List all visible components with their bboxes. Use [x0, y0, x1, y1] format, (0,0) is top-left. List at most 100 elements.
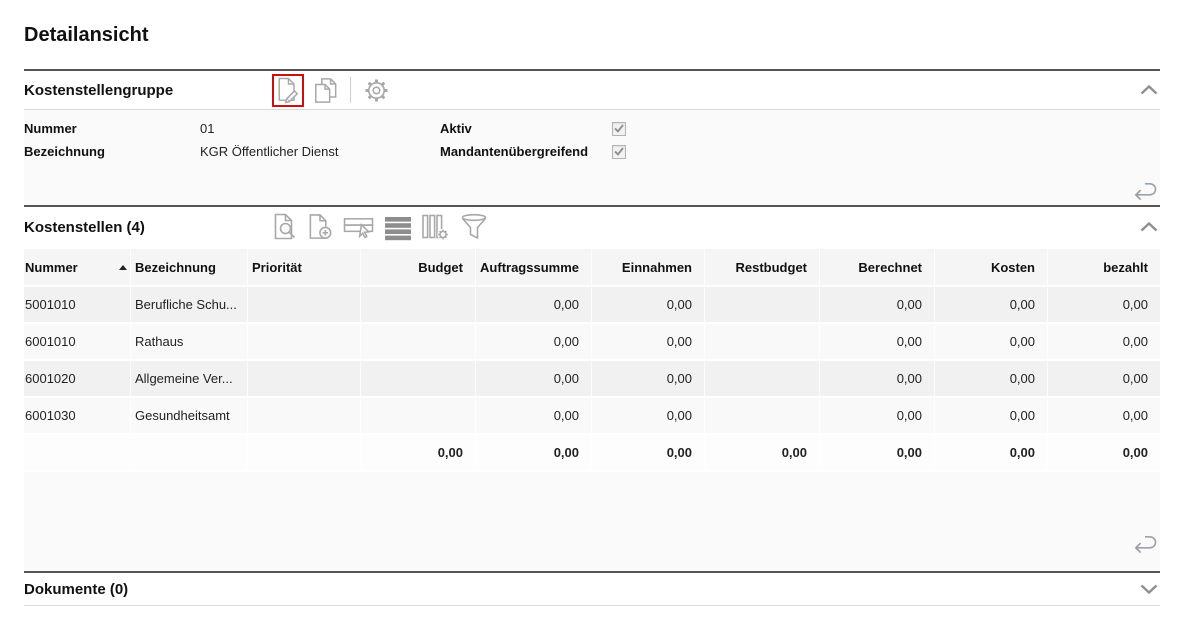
- filter-button[interactable]: [459, 213, 489, 241]
- select-row-button[interactable]: [343, 214, 375, 241]
- cell-einnahmen: 0,00: [592, 324, 705, 361]
- total-bezahlt: 0,00: [1048, 435, 1160, 472]
- add-record-button[interactable]: [307, 213, 334, 241]
- gear-icon: [363, 77, 390, 104]
- cell-prioritaet: [248, 287, 361, 324]
- cell-kosten: 0,00: [935, 361, 1048, 398]
- chevron-up-icon: [1140, 222, 1158, 232]
- cell-prioritaet: [248, 324, 361, 361]
- edit-document-icon: [276, 77, 300, 104]
- table-row[interactable]: 5001010 Berufliche Schu... 0,00 0,00 0,0…: [24, 287, 1160, 324]
- costcenters-toolbar: [272, 207, 489, 247]
- documents-section-header: Dokumente (0): [24, 573, 1160, 606]
- cell-nummer: 5001010: [24, 287, 131, 324]
- cell-bezeichnung: Berufliche Schu...: [131, 287, 248, 324]
- rows-view-button[interactable]: [384, 214, 412, 241]
- check-icon: [614, 124, 624, 133]
- total-kosten: 0,00: [935, 435, 1048, 472]
- column-header-budget[interactable]: Budget: [361, 249, 476, 287]
- preview-document-icon: [272, 213, 298, 241]
- chevron-up-icon: [1140, 85, 1158, 95]
- total-einnahmen: 0,00: [592, 435, 705, 472]
- totals-row: 0,00 0,00 0,00 0,00 0,00 0,00 0,00: [24, 435, 1160, 472]
- table-row[interactable]: 6001030 Gesundheitsamt 0,00 0,00 0,00 0,…: [24, 398, 1160, 435]
- cell-einnahmen: 0,00: [592, 287, 705, 324]
- column-header-prioritaet[interactable]: Priorität: [248, 249, 361, 287]
- column-header-restbudget[interactable]: Restbudget: [705, 249, 820, 287]
- column-settings-button[interactable]: [421, 213, 450, 241]
- edit-record-button[interactable]: [272, 74, 304, 107]
- aktiv-checkbox[interactable]: [612, 122, 626, 136]
- column-settings-icon: [421, 213, 450, 241]
- toolbar-separator: [350, 77, 351, 103]
- sort-ascending-icon: [119, 265, 127, 270]
- mandant-field-label: Mandantenübergreifend: [440, 144, 612, 159]
- costcenters-table: Nummer Bezeichnung Priorität Budget Auft…: [24, 249, 1160, 472]
- cell-kosten: 0,00: [935, 324, 1048, 361]
- funnel-icon: [459, 213, 489, 241]
- column-header-bezahlt[interactable]: bezahlt: [1048, 249, 1160, 287]
- cell-bezahlt: 0,00: [1048, 398, 1160, 435]
- cell-nummer: 6001030: [24, 398, 131, 435]
- cell-prioritaet: [248, 361, 361, 398]
- cell-auftragssumme: 0,00: [476, 361, 592, 398]
- nummer-field-label: Nummer: [24, 121, 200, 136]
- copy-record-button[interactable]: [313, 77, 338, 104]
- documents-section-title: Dokumente (0): [24, 581, 128, 598]
- costcentergroup-undo-button[interactable]: [1130, 179, 1159, 202]
- table-row[interactable]: 6001020 Allgemeine Ver... 0,00 0,00 0,00…: [24, 361, 1160, 398]
- add-record-icon: [307, 213, 334, 241]
- cell-restbudget: [705, 361, 820, 398]
- cell-budget: [361, 398, 476, 435]
- settings-button[interactable]: [363, 77, 390, 104]
- cell-nummer: 6001020: [24, 361, 131, 398]
- costcenters-table-container: Nummer Bezeichnung Priorität Budget Auft…: [24, 249, 1160, 571]
- cell-auftragssumme: 0,00: [476, 287, 592, 324]
- cell-berechnet: 0,00: [820, 287, 935, 324]
- column-header-berechnet[interactable]: Berechnet: [820, 249, 935, 287]
- totals-empty: [131, 435, 248, 472]
- costcentergroup-toolbar: [272, 71, 390, 109]
- costcenters-footer-area: [24, 472, 1160, 571]
- documents-expand-button[interactable]: [1138, 580, 1160, 598]
- copy-document-icon: [313, 77, 338, 104]
- mandant-checkbox[interactable]: [612, 145, 626, 159]
- page-title: Detailansicht: [24, 0, 1160, 48]
- costcenters-section-title: Kostenstellen (4): [24, 219, 145, 236]
- cell-kosten: 0,00: [935, 398, 1048, 435]
- costcenters-undo-button[interactable]: [1130, 532, 1159, 555]
- costcenters-collapse-button[interactable]: [1138, 218, 1160, 236]
- total-budget: 0,00: [361, 435, 476, 472]
- cell-restbudget: [705, 287, 820, 324]
- detail-view-page: Detailansicht Kostenstellengruppe: [0, 0, 1183, 606]
- select-row-icon: [343, 214, 375, 241]
- total-berechnet: 0,00: [820, 435, 935, 472]
- costcentergroup-section-title: Kostenstellengruppe: [24, 82, 173, 99]
- cell-bezahlt: 0,00: [1048, 324, 1160, 361]
- column-header-kosten[interactable]: Kosten: [935, 249, 1048, 287]
- cell-bezahlt: 0,00: [1048, 287, 1160, 324]
- column-header-auftragssumme[interactable]: Auftragssumme: [476, 249, 592, 287]
- preview-record-button[interactable]: [272, 213, 298, 241]
- check-icon: [614, 147, 624, 156]
- cell-prioritaet: [248, 398, 361, 435]
- cell-auftragssumme: 0,00: [476, 324, 592, 361]
- cell-auftragssumme: 0,00: [476, 398, 592, 435]
- table-row[interactable]: 6001010 Rathaus 0,00 0,00 0,00 0,00 0,00: [24, 324, 1160, 361]
- cell-bezeichnung: Gesundheitsamt: [131, 398, 248, 435]
- aktiv-field-label: Aktiv: [440, 121, 612, 136]
- totals-empty: [248, 435, 361, 472]
- cell-berechnet: 0,00: [820, 361, 935, 398]
- costcentergroup-collapse-button[interactable]: [1138, 81, 1160, 99]
- cell-bezeichnung: Allgemeine Ver...: [131, 361, 248, 398]
- column-header-bezeichnung[interactable]: Bezeichnung: [131, 249, 248, 287]
- column-header-nummer[interactable]: Nummer: [24, 249, 131, 287]
- cell-einnahmen: 0,00: [592, 398, 705, 435]
- cell-einnahmen: 0,00: [592, 361, 705, 398]
- table-header-row: Nummer Bezeichnung Priorität Budget Auft…: [24, 249, 1160, 287]
- chevron-down-icon: [1140, 584, 1158, 594]
- cell-restbudget: [705, 324, 820, 361]
- column-header-einnahmen[interactable]: Einnahmen: [592, 249, 705, 287]
- totals-empty: [24, 435, 131, 472]
- cell-restbudget: [705, 398, 820, 435]
